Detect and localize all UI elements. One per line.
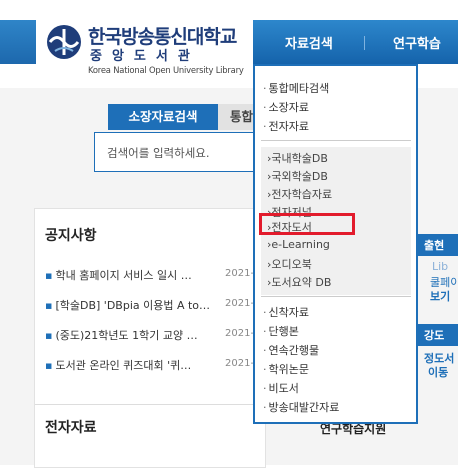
right-side-content: 출현 Lib 쿨페이 보기 강도 정도서 이동 (418, 88, 458, 465)
menu-item-non-book[interactable]: · 비도서 (263, 380, 299, 396)
menu-item-label: 학위논문 (268, 363, 309, 376)
notice-item[interactable]: ▪ (중도)21학년도 1학기 교양 … (45, 327, 198, 343)
notice-date: 2021- (225, 328, 255, 339)
logo-subtitle: 중앙도서관 (90, 49, 200, 64)
highlight-box (259, 213, 355, 235)
nav-item-research[interactable]: 연구학습 (393, 33, 441, 52)
menu-item-holdings[interactable]: · 소장자료 (263, 99, 309, 115)
menu-item-integrated-meta-search[interactable]: · 통합메타검색 (263, 80, 329, 96)
submenu-item-e-learning-material[interactable]: ›전자학습자료 (267, 186, 332, 202)
notice-item-text: (중도)21학년도 1학기 교양 … (55, 329, 198, 342)
menu-item-theses[interactable]: · 학위논문 (263, 361, 309, 377)
menu-item-label: 국내학술DB (271, 152, 328, 165)
menu-item-label: 비도서 (268, 382, 299, 395)
bullet-icon: ▪ (45, 299, 53, 312)
peek-text: 강도 (424, 329, 445, 342)
menu-divider (261, 140, 411, 141)
menu-item-monographs[interactable]: · 단행본 (263, 323, 299, 339)
menu-item-label: 전자학습자료 (271, 188, 333, 201)
dot-icon: · (263, 82, 267, 95)
menu-item-knou-publications[interactable]: · 방송대발간자료 (263, 399, 339, 415)
nav-separator (364, 36, 365, 50)
menu-item-label: 도서요약 DB (271, 276, 332, 289)
electronic-resources-title: 전자자료 (45, 420, 97, 436)
dot-icon: · (263, 363, 267, 376)
menu-item-label: e-Learning (271, 238, 330, 251)
peek-text: Lib (432, 260, 449, 273)
bullet-icon: ▪ (45, 329, 53, 342)
menu-item-label: 연속간행물 (268, 344, 320, 357)
menu-item-label: 전자자료 (268, 120, 309, 133)
bullet-icon: ▪ (45, 269, 53, 282)
notice-item[interactable]: ▪ 도서관 온라인 퀴즈대회 '퀴… (45, 357, 191, 373)
search-dropdown-menu: · 통합메타검색 · 소장자료 · 전자자료 ›국내학술DB ›국외학술DB ›전자학… (253, 64, 418, 424)
peek-text: 출현 (424, 239, 445, 252)
menu-divider (261, 296, 411, 297)
notice-date: 2021- (225, 268, 255, 279)
dot-icon: · (263, 306, 267, 319)
submenu-item-e-learning[interactable]: ›e-Learning (267, 238, 330, 251)
menu-item-label: 단행본 (268, 325, 299, 338)
notice-date: 2021- (225, 298, 255, 309)
notice-item-text: 도서관 온라인 퀴즈대회 '퀴… (55, 359, 192, 372)
submenu-item-foreign-db[interactable]: ›국외학술DB (267, 168, 328, 184)
global-nav: 자료검색 연구학습 (253, 20, 458, 64)
menu-item-label: 통합메타검색 (268, 82, 330, 95)
notice-item-text: [학술DB] 'DBpia 이용법 A to… (55, 299, 211, 312)
notice-panel: 공지사항 ▪ 학내 홈페이지 서비스 일시 … 2021- ▪ [학술DB] 'DB… (34, 208, 267, 468)
university-logo-icon[interactable] (46, 24, 82, 60)
menu-item-label: 소장자료 (268, 101, 309, 114)
peek-text: 보기 (430, 290, 451, 303)
submenu-item-audiobook[interactable]: ›오디오북 (267, 256, 312, 272)
dot-icon: · (263, 120, 267, 133)
dot-icon: · (263, 344, 267, 357)
nav-item-search[interactable]: 자료검색 (285, 33, 333, 52)
dot-icon: · (263, 401, 267, 414)
dot-icon: · (263, 101, 267, 114)
dot-icon: · (263, 325, 267, 338)
logo-english: Korea National Open University Library (88, 65, 244, 75)
notice-item[interactable]: ▪ [학술DB] 'DBpia 이용법 A to… (45, 297, 210, 313)
tab-holdings-search[interactable]: 소장자료검색 (108, 104, 218, 130)
dot-icon: · (263, 382, 267, 395)
notice-item-text: 학내 홈페이지 서비스 일시 … (55, 269, 192, 282)
bullet-icon: ▪ (45, 359, 53, 372)
menu-item-electronic-resources[interactable]: · 전자자료 (263, 118, 309, 134)
notice-item[interactable]: ▪ 학내 홈페이지 서비스 일시 … (45, 267, 192, 283)
menu-item-label: 신착자료 (268, 306, 309, 319)
menu-item-label: 오디오북 (271, 258, 312, 271)
submenu-item-domestic-db[interactable]: ›국내학술DB (267, 150, 328, 166)
menu-item-new-arrivals[interactable]: · 신착자료 (263, 304, 309, 320)
peek-text: 이동 (428, 366, 449, 379)
header-left-strip (0, 20, 36, 64)
notice-date: 2021- (225, 358, 255, 369)
divider (35, 404, 267, 405)
menu-item-label: 국외학술DB (271, 170, 328, 183)
menu-item-label: 방송대발간자료 (268, 401, 340, 414)
submenu-item-book-summary-db[interactable]: ›도서요약 DB (267, 274, 331, 290)
menu-item-serials[interactable]: · 연속간행물 (263, 342, 319, 358)
notice-title: 공지사항 (45, 228, 97, 244)
